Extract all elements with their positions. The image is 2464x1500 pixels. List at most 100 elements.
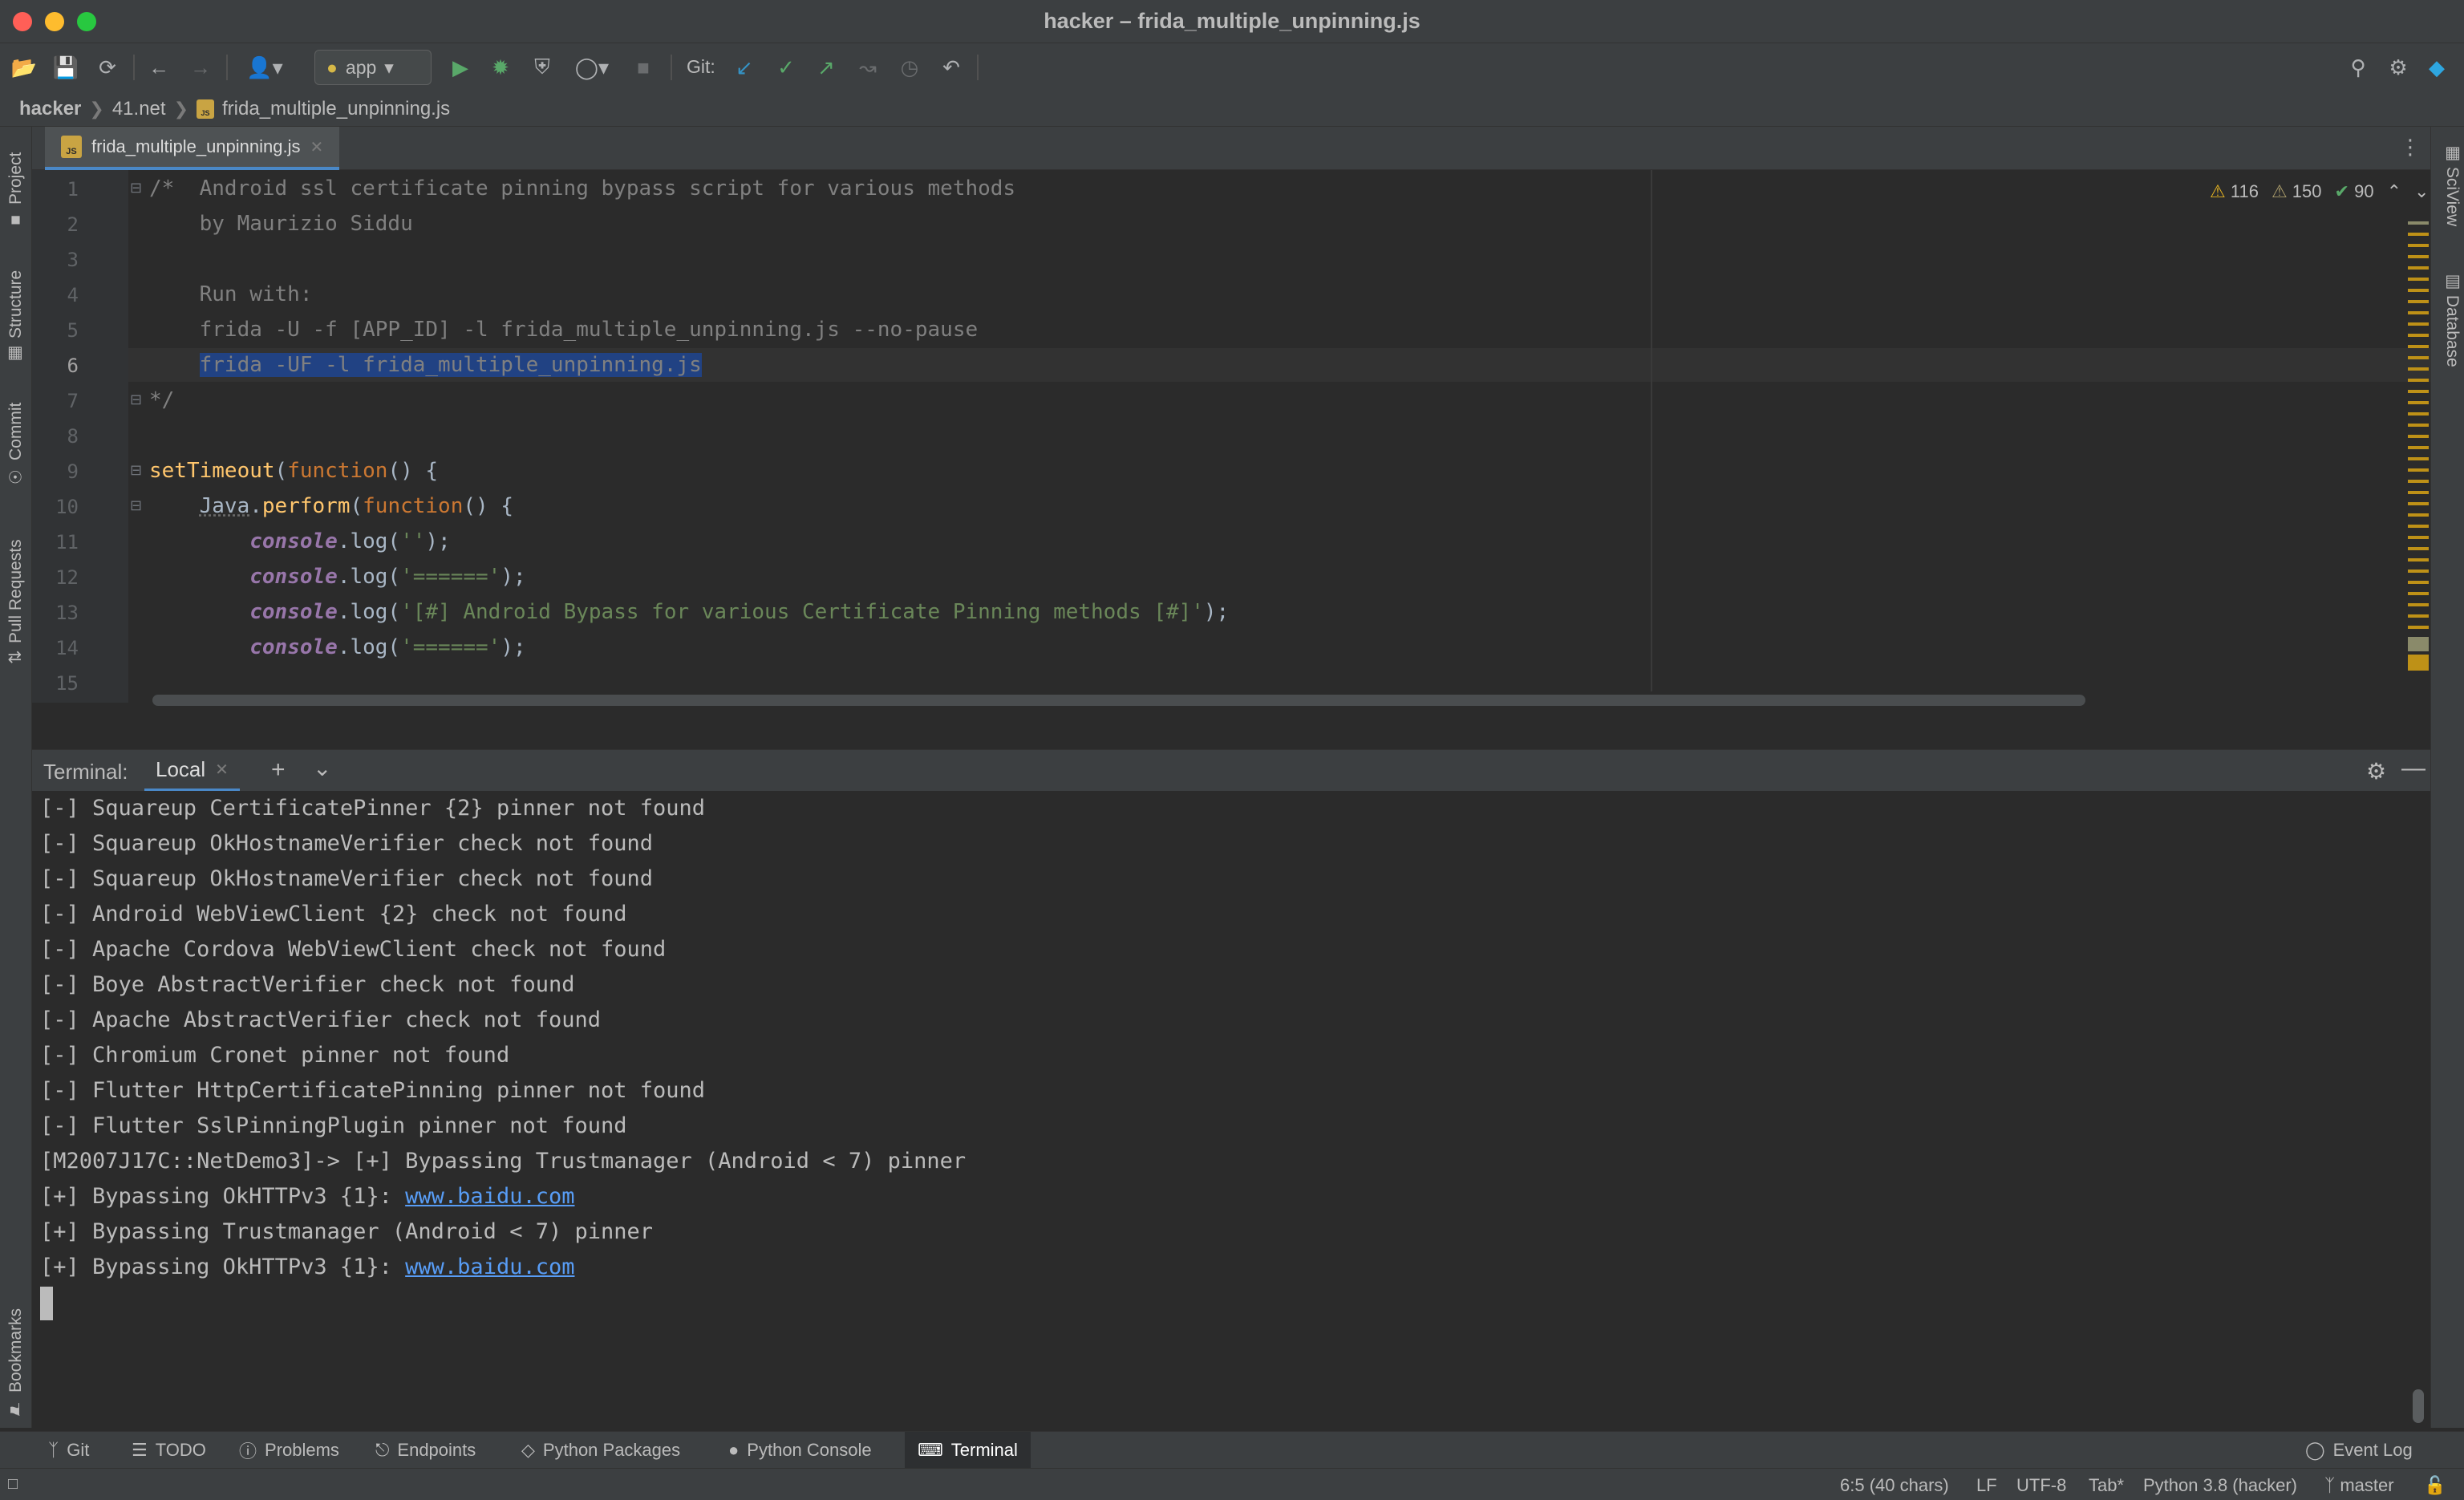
fold-marker-icon[interactable]: ⊟ (130, 180, 146, 197)
hide-panel-icon[interactable]: — (2401, 755, 2426, 782)
stripe-marker[interactable] (2408, 480, 2429, 483)
stripe-marker[interactable] (2408, 334, 2429, 337)
stripe-marker[interactable] (2408, 255, 2429, 258)
stripe-marker[interactable] (2408, 289, 2429, 292)
save-icon[interactable]: 💾 (51, 53, 80, 82)
debug-icon[interactable]: ✹ (486, 53, 515, 82)
stripe-marker[interactable] (2408, 278, 2429, 281)
back-icon[interactable]: ← (144, 53, 173, 82)
tool-tab-terminal[interactable]: ⌨ Terminal (905, 1432, 1031, 1469)
tool-tab-pull-requests[interactable]: ⇅ Pull Requests (3, 512, 29, 664)
breadcrumb-item-folder[interactable]: 41.net (112, 98, 166, 120)
git-branch[interactable]: ᛉ master (2324, 1475, 2394, 1496)
horizontal-scrollbar[interactable] (152, 695, 2085, 706)
typo-count[interactable]: ✔ 90 (2335, 181, 2374, 202)
stripe-marker[interactable] (2408, 300, 2429, 303)
stripe-marker[interactable] (2408, 581, 2429, 584)
stripe-marker[interactable] (2408, 435, 2429, 438)
stripe-marker[interactable] (2408, 592, 2429, 595)
terminal-link[interactable]: www.baidu.com (405, 1255, 574, 1279)
warning-count[interactable]: ⚠ 116 (2210, 181, 2259, 202)
sync-icon[interactable]: ⟳ (93, 53, 122, 82)
git-compare-icon[interactable]: ↝ (853, 53, 882, 82)
stripe-marker[interactable] (2408, 356, 2429, 359)
gear-icon[interactable]: ⚙ (2384, 53, 2413, 82)
code-editor[interactable]: 1 2 3 4 5 6 7 8 9 10 11 12 13 14 15 ⊟ ⊟ … (32, 170, 2430, 712)
toolbox-icon[interactable]: ◆ (2422, 53, 2451, 82)
tool-tab-project[interactable]: ■ Project (3, 141, 29, 229)
file-encoding[interactable]: UTF-8 (2016, 1475, 2066, 1496)
editor-tab-frida-script[interactable]: JS frida_multiple_unpinning.js ✕ (45, 127, 340, 170)
stripe-marker[interactable] (2408, 266, 2429, 270)
terminal-link[interactable]: www.baidu.com (405, 1184, 574, 1209)
tool-tab-python-console[interactable]: ● Python Console (715, 1432, 885, 1469)
run-configuration-select[interactable]: ● app ▾ (314, 50, 432, 85)
tool-tab-event-log[interactable]: ◯ Event Log (2292, 1432, 2426, 1469)
breadcrumb-item-project[interactable]: hacker (19, 98, 81, 120)
stripe-marker[interactable] (2408, 502, 2429, 505)
stripe-marker[interactable] (2408, 367, 2429, 371)
stripe-marker[interactable] (2408, 468, 2429, 472)
stripe-marker[interactable] (2408, 525, 2429, 528)
stripe-marker[interactable] (2408, 558, 2429, 561)
python-interpreter[interactable]: Python 3.8 (hacker) (2143, 1475, 2297, 1496)
fold-marker-icon[interactable]: ⊟ (130, 391, 146, 408)
stripe-marker[interactable] (2408, 446, 2429, 449)
tool-tab-sciview[interactable]: ▦ SciView (2436, 143, 2462, 239)
stripe-marker[interactable] (2408, 390, 2429, 393)
indent-setting[interactable]: Tab* (2089, 1475, 2124, 1496)
coverage-icon[interactable]: ⛨ (528, 53, 557, 82)
terminal-output[interactable]: [-] Squareup CertificatePinner {2} pinne… (32, 791, 2430, 1431)
inspection-widget[interactable]: ⚠ 116 ⚠ 150 ✔ 90 ⌃ ⌄ (2210, 181, 2429, 202)
terminal-scrollbar[interactable] (2413, 1389, 2424, 1423)
stripe-marker[interactable] (2408, 345, 2429, 348)
forward-icon[interactable]: → (186, 53, 215, 82)
fold-marker-icon[interactable]: ⊟ (130, 462, 146, 479)
user-dropdown-icon[interactable]: 👤▾ (241, 53, 289, 82)
stripe-marker[interactable] (2408, 491, 2429, 494)
run-icon[interactable]: ▶ (446, 53, 475, 82)
more-options-icon[interactable]: ⋮ (2400, 135, 2421, 160)
layout-icon[interactable]: □ (8, 1475, 18, 1494)
git-history-icon[interactable]: ◷ (895, 53, 924, 82)
stripe-marker[interactable] (2408, 655, 2429, 671)
stripe-marker[interactable] (2408, 570, 2429, 573)
tool-tab-endpoints[interactable]: ⎋ Endpoints (363, 1432, 488, 1469)
stripe-marker[interactable] (2408, 637, 2429, 651)
tool-tab-bookmarks[interactable]: ⚑ Bookmarks (3, 1290, 29, 1418)
tool-tab-python-packages[interactable]: ◇ Python Packages (509, 1432, 693, 1469)
tool-tab-database[interactable]: ▤ Database (2436, 271, 2462, 391)
add-terminal-icon[interactable]: + (271, 756, 286, 784)
stripe-marker[interactable] (2408, 401, 2429, 404)
profile-dropdown-icon[interactable]: ◯▾ (568, 53, 616, 82)
error-stripe[interactable] (2408, 221, 2429, 671)
stripe-marker[interactable] (2408, 614, 2429, 618)
stripe-marker[interactable] (2408, 513, 2429, 517)
stripe-marker[interactable] (2408, 379, 2429, 382)
stripe-marker[interactable] (2408, 603, 2429, 606)
weak-warning-count[interactable]: ⚠ 150 (2272, 181, 2322, 202)
fold-marker-icon[interactable]: ⊟ (130, 497, 146, 514)
tool-tab-commit[interactable]: ☉ Commit (3, 391, 29, 486)
caret-position[interactable]: 6:5 (40 chars) (1840, 1475, 1949, 1496)
stripe-marker[interactable] (2408, 412, 2429, 416)
git-update-icon[interactable]: ↙ (730, 53, 759, 82)
chevron-down-icon[interactable]: ⌄ (313, 755, 331, 781)
stripe-marker[interactable] (2408, 244, 2429, 247)
tool-tab-problems[interactable]: ⓘ Problems (226, 1432, 352, 1469)
stripe-marker[interactable] (2408, 547, 2429, 550)
breadcrumb-item-file[interactable]: frida_multiple_unpinning.js (222, 98, 450, 120)
close-icon[interactable]: ✕ (310, 137, 324, 157)
terminal-tab-local[interactable]: Local ✕ (144, 750, 240, 792)
tool-tab-todo[interactable]: ☰ TODO (119, 1432, 219, 1469)
tool-tab-structure[interactable]: ▦ Structure (3, 260, 29, 364)
search-icon[interactable]: ⚲ (2344, 53, 2373, 82)
stripe-marker[interactable] (2408, 457, 2429, 460)
tool-tab-git[interactable]: ᛉ Git (35, 1432, 102, 1469)
stripe-marker[interactable] (2408, 424, 2429, 427)
line-separator[interactable]: LF (1976, 1475, 1997, 1496)
stripe-marker[interactable] (2408, 221, 2429, 225)
stripe-marker[interactable] (2408, 322, 2429, 326)
stripe-marker[interactable] (2408, 536, 2429, 539)
git-commit-icon[interactable]: ✓ (772, 53, 800, 82)
